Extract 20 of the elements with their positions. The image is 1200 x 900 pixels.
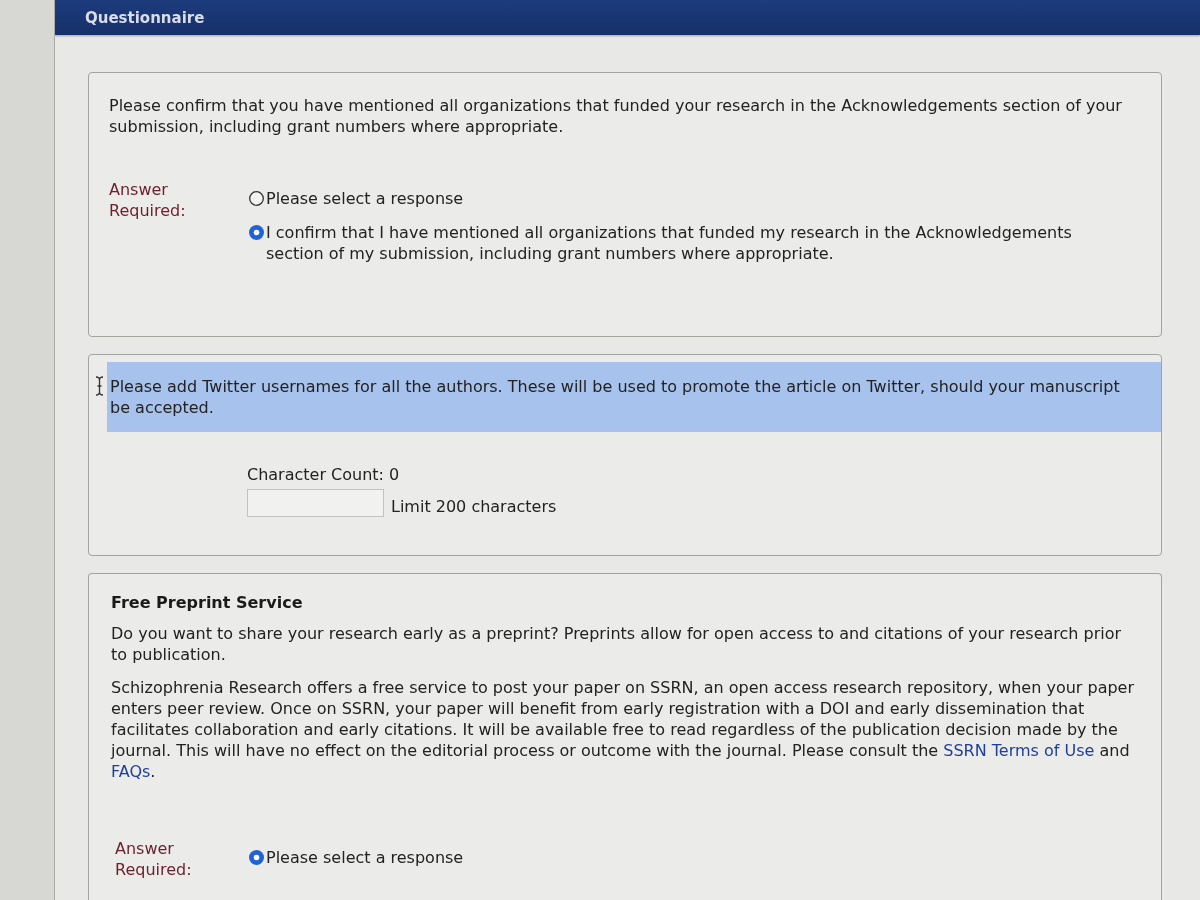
link[interactable]: SSRN Terms of Use bbox=[943, 741, 1095, 760]
radio-button[interactable] bbox=[249, 850, 264, 865]
paragraph-text: Do you want to share your research early as a preprint? Preprints allow for open access to and citations of your research prior to publication. bbox=[111, 623, 1123, 665]
section-title: Free Preprint Service bbox=[111, 592, 304, 613]
radio-button[interactable] bbox=[249, 225, 264, 240]
text-cursor-icon bbox=[95, 376, 104, 396]
answer-required-label: Answer Required: bbox=[115, 838, 193, 880]
radio-button[interactable] bbox=[249, 191, 264, 206]
paragraph-text: Schizophrenia Research offers a free service to post your paper on SSRN, an open access research repository, when your paper enters peer review. Once on SSRN, your paper will benefit from early registration with a DOI and early dissemination that facilitates collaboration and early citations. It will be available free to read regardless of the publication decision made by the journal. This will have no effect on the editorial process or outcome with the journal. Please consult the SSRN Terms of Use and FAQs. bbox=[111, 677, 1135, 782]
answer-required-label: Answer Required: bbox=[109, 179, 187, 221]
text-input-field[interactable] bbox=[247, 489, 384, 517]
header-title: Questionnaire bbox=[85, 8, 205, 27]
option-label[interactable]: Please select a response bbox=[266, 188, 464, 209]
limit-hint: Limit 200 characters bbox=[391, 495, 557, 517]
option-label[interactable]: I confirm that I have mentioned all organizations that funded my research in the Acknowledgements section of my submission, including grant numbers where appropriate. bbox=[266, 222, 1111, 264]
question-text: Please add Twitter usernames for all the authors. These will be used to promote the article on Twitter, should your manuscript be accepted. bbox=[107, 362, 1161, 432]
character-count: Character Count: 0 bbox=[247, 464, 401, 485]
option-label[interactable]: Please select a response bbox=[266, 847, 464, 868]
link[interactable]: FAQs bbox=[111, 762, 151, 781]
question-text: Please confirm that you have mentioned all organizations that funded your research in the Acknowledgements section of your submission, including grant numbers where appropriate. bbox=[109, 95, 1123, 137]
